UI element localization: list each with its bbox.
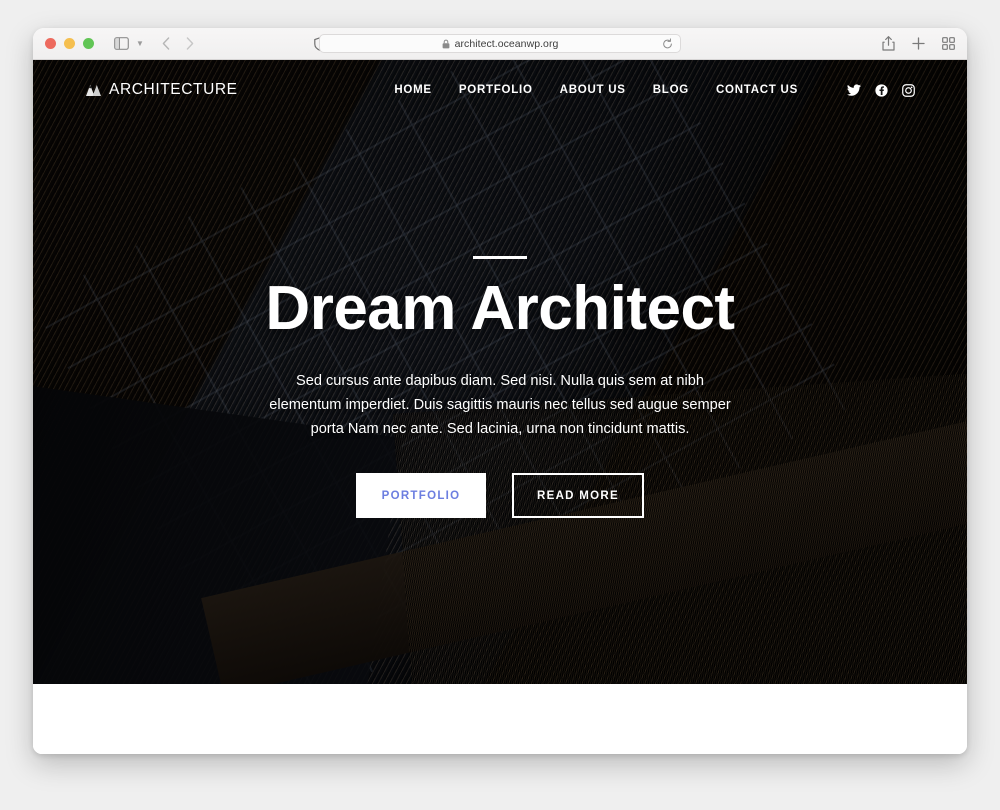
hero-content: Dream Architect Sed cursus ante dapibus … <box>33 256 967 519</box>
back-icon[interactable] <box>162 37 170 50</box>
tab-overview-icon[interactable] <box>942 37 955 50</box>
hero-title: Dream Architect <box>265 274 735 343</box>
sidebar-toggle-button[interactable]: ▼ <box>114 37 144 50</box>
read-more-button[interactable]: READ MORE <box>512 473 644 519</box>
main-navigation: HOME PORTFOLIO ABOUT US BLOG CONTACT US <box>394 83 915 97</box>
site-header: ARCHITECTURE HOME PORTFOLIO ABOUT US BLO… <box>33 60 967 120</box>
site-logo[interactable]: ARCHITECTURE <box>85 81 238 99</box>
hero-section: ARCHITECTURE HOME PORTFOLIO ABOUT US BLO… <box>33 60 967 684</box>
page-content-band <box>33 684 967 754</box>
chevron-down-icon: ▼ <box>136 38 144 48</box>
page-viewport: ARCHITECTURE HOME PORTFOLIO ABOUT US BLO… <box>33 60 967 754</box>
address-bar[interactable]: architect.oceanwp.org <box>319 34 681 53</box>
forward-icon[interactable] <box>186 37 194 50</box>
portfolio-button[interactable]: PORTFOLIO <box>356 473 486 519</box>
facebook-icon[interactable] <box>875 83 888 97</box>
maximize-window-button[interactable] <box>83 38 94 49</box>
nav-item-contact-us[interactable]: CONTACT US <box>716 84 798 96</box>
nav-item-blog[interactable]: BLOG <box>653 84 689 96</box>
social-links <box>847 83 915 97</box>
traffic-lights <box>45 38 94 49</box>
close-window-button[interactable] <box>45 38 56 49</box>
architecture-logo-mark-icon <box>86 85 101 96</box>
address-bar-content: architect.oceanwp.org <box>442 38 559 50</box>
share-icon[interactable] <box>882 36 895 51</box>
hero-buttons: PORTFOLIO READ MORE <box>356 473 644 519</box>
toolbar-right-actions <box>882 36 955 51</box>
hero-divider <box>473 256 527 259</box>
sidebar-icon <box>114 37 129 50</box>
nav-item-home[interactable]: HOME <box>394 84 432 96</box>
browser-toolbar: ▼ architect.oceanwp.org <box>33 28 967 60</box>
browser-window: ▼ architect.oceanwp.org ARCHITECTURE HOM… <box>33 28 967 754</box>
new-tab-icon[interactable] <box>912 37 925 50</box>
hero-description: Sed cursus ante dapibus diam. Sed nisi. … <box>269 373 731 437</box>
lock-icon <box>442 39 450 48</box>
minimize-window-button[interactable] <box>64 38 75 49</box>
reload-icon <box>663 38 672 48</box>
instagram-icon[interactable] <box>902 83 915 97</box>
site-logo-text: ARCHITECTURE <box>109 81 238 98</box>
nav-buttons <box>162 37 194 50</box>
twitter-icon[interactable] <box>847 84 861 96</box>
reload-button[interactable] <box>662 38 673 49</box>
nav-item-about-us[interactable]: ABOUT US <box>560 84 626 96</box>
nav-item-portfolio[interactable]: PORTFOLIO <box>459 84 533 96</box>
address-bar-url: architect.oceanwp.org <box>454 37 559 50</box>
